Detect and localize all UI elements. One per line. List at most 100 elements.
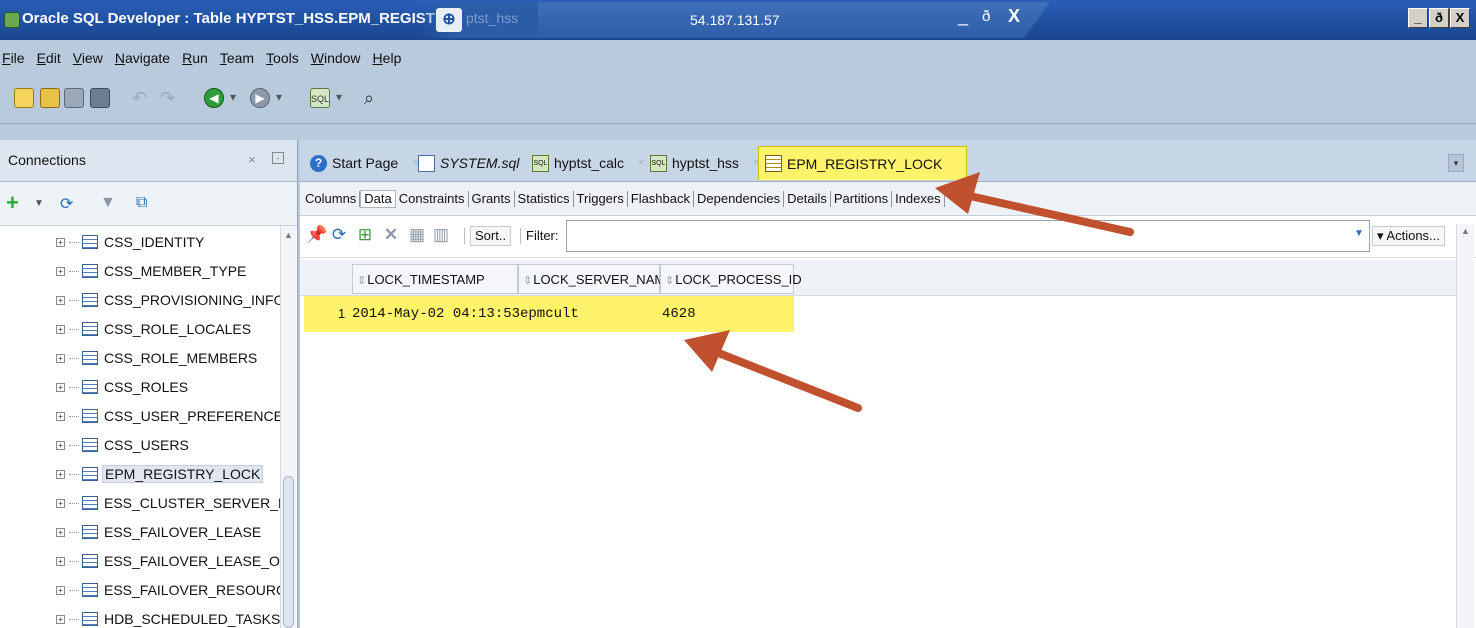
close-button[interactable]: X: [1450, 8, 1470, 28]
undo-icon[interactable]: ↶: [132, 88, 152, 108]
menu-view[interactable]: View: [73, 50, 103, 66]
restore-button[interactable]: ð: [1429, 8, 1449, 28]
tab-hyptst-hss[interactable]: SQL hyptst_hss ×: [644, 146, 759, 180]
back-icon[interactable]: ◀: [204, 88, 224, 108]
refresh-icon[interactable]: ⟳: [60, 194, 73, 214]
panel-maximize-icon[interactable]: -: [272, 152, 284, 164]
expand-icon[interactable]: +: [56, 324, 65, 334]
tab-hyptst-calc[interactable]: SQL hyptst_calc ×: [526, 146, 644, 180]
tree-item[interactable]: + CSS_USERS: [56, 433, 191, 457]
forward-icon[interactable]: ▶: [250, 88, 270, 108]
tabs-list-dropdown-icon[interactable]: ▾: [1448, 154, 1464, 172]
tree-item[interactable]: + CSS_USER_PREFERENCES: [56, 404, 280, 428]
subtab-statistics[interactable]: Statistics: [515, 190, 574, 207]
tab-start-page[interactable]: ? Start Page ×: [304, 146, 419, 180]
scroll-up-icon[interactable]: ▲: [284, 230, 293, 240]
filter-dropdown-icon[interactable]: ▼: [1354, 228, 1364, 239]
actions-button[interactable]: ▾ Actions...: [1372, 226, 1445, 246]
cell-lock-process-id[interactable]: 4628: [662, 306, 696, 322]
tree-item[interactable]: + HDB_SCHEDULED_TASKS: [56, 607, 280, 628]
expand-icon[interactable]: +: [56, 498, 65, 508]
tree-item[interactable]: + CSS_ROLES: [56, 375, 190, 399]
forward-dropdown-icon[interactable]: ▾: [276, 90, 282, 104]
subtab-details[interactable]: Details: [784, 190, 831, 207]
column-header-lock-timestamp[interactable]: ⇕LOCK_TIMESTAMP: [352, 264, 518, 294]
tree-item[interactable]: + ESS_FAILOVER_LEASE: [56, 520, 263, 544]
subtab-grants[interactable]: Grants: [469, 190, 515, 207]
cell-lock-timestamp[interactable]: 2014-May-02 04:13:53: [352, 306, 520, 322]
commit-icon[interactable]: ▦: [408, 226, 426, 244]
subtab-columns[interactable]: Columns: [302, 190, 361, 207]
menu-team[interactable]: Team: [220, 50, 254, 66]
sql-worksheet-icon[interactable]: SQL: [310, 88, 330, 108]
tree-item[interactable]: + CSS_IDENTITY: [56, 230, 206, 254]
redo-icon[interactable]: ↷: [160, 88, 180, 108]
tree-item[interactable]: + ESS_CLUSTER_SERVER_MAPPIN: [56, 491, 280, 515]
tree-item[interactable]: + CSS_ROLE_MEMBERS: [56, 346, 259, 370]
back-dropdown-icon[interactable]: ▾: [230, 90, 236, 104]
panel-minimize-icon[interactable]: ×: [248, 152, 256, 167]
menu-file[interactable]: File: [2, 50, 25, 66]
freeze-pin-icon[interactable]: 📌: [306, 226, 327, 244]
menu-navigate[interactable]: Navigate: [115, 50, 170, 66]
expand-icon[interactable]: +: [56, 382, 65, 392]
column-header-lock-process-id[interactable]: ⇕LOCK_PROCESS_ID: [660, 264, 802, 294]
remote-close-button[interactable]: X: [1008, 6, 1020, 27]
add-connection-icon[interactable]: +: [6, 192, 19, 214]
menu-edit[interactable]: Edit: [37, 50, 61, 66]
column-header-lock-server-name[interactable]: ⇕LOCK_SERVER_NAME: [518, 264, 674, 294]
remote-minimize-button[interactable]: _: [958, 6, 968, 27]
subtab-dependencies[interactable]: Dependencies: [694, 190, 785, 207]
expand-icon[interactable]: +: [56, 614, 65, 624]
expand-icon[interactable]: +: [56, 295, 65, 305]
expand-icon[interactable]: +: [56, 527, 65, 537]
subtab-data[interactable]: Data: [360, 189, 396, 208]
subtab-triggers[interactable]: Triggers: [574, 190, 628, 207]
refresh-icon[interactable]: ⟳: [330, 226, 348, 244]
expand-icon[interactable]: +: [56, 440, 65, 450]
rollback-icon[interactable]: ▥: [432, 226, 450, 244]
save-icon[interactable]: [64, 88, 84, 108]
sort-button[interactable]: Sort..: [470, 226, 512, 246]
expand-icon[interactable]: +: [56, 585, 65, 595]
expand-icon[interactable]: +: [56, 266, 65, 276]
filter-input[interactable]: [566, 220, 1370, 252]
expand-icon[interactable]: +: [56, 411, 65, 421]
connections-scrollbar[interactable]: ▲: [280, 226, 296, 628]
menu-tools[interactable]: Tools: [266, 50, 299, 66]
open-icon[interactable]: [40, 88, 60, 108]
tree-item[interactable]: + CSS_ROLE_LOCALES: [56, 317, 253, 341]
expand-icon[interactable]: +: [56, 469, 65, 479]
menu-help[interactable]: Help: [373, 50, 402, 66]
new-icon[interactable]: [14, 88, 34, 108]
scroll-thumb[interactable]: [283, 476, 294, 628]
cell-lock-server-name[interactable]: epmcult: [520, 306, 579, 322]
tree-item[interactable]: + ESS_FAILOVER_RESOURCE: [56, 578, 280, 602]
tab-epm-registry-lock[interactable]: EPM_REGISTRY_LOCK: [758, 146, 968, 180]
add-connection-dropdown-icon[interactable]: ▼: [34, 198, 44, 209]
subtab-partitions[interactable]: Partitions: [831, 190, 893, 207]
minimize-button[interactable]: _: [1408, 8, 1428, 28]
pin-icon[interactable]: ⊕: [436, 8, 462, 32]
tree-item[interactable]: + ESS_FAILOVER_LEASE_OWNER: [56, 549, 280, 573]
subtab-indexes[interactable]: Indexes: [892, 190, 945, 207]
tree-item[interactable]: + CSS_MEMBER_TYPE: [56, 259, 248, 283]
subtab-constraints[interactable]: Constraints: [396, 190, 469, 207]
expand-icon[interactable]: +: [56, 353, 65, 363]
schema-browser-icon[interactable]: ⧉: [136, 194, 147, 212]
delete-row-icon[interactable]: ✕: [382, 226, 400, 244]
insert-row-icon[interactable]: ⊞: [356, 226, 374, 244]
sql-worksheet-dropdown-icon[interactable]: ▾: [336, 90, 342, 104]
remote-restore-button[interactable]: ð: [982, 8, 990, 25]
binoculars-icon[interactable]: ⌕: [364, 88, 384, 108]
expand-icon[interactable]: +: [56, 556, 65, 566]
tree-item[interactable]: + CSS_PROVISIONING_INFO: [56, 288, 280, 312]
scroll-up-icon[interactable]: ▲: [1461, 226, 1470, 236]
tab-system-sql[interactable]: SYSTEM.sql ×: [412, 146, 540, 180]
tree-item-selected[interactable]: + EPM_REGISTRY_LOCK: [56, 462, 264, 486]
menu-window[interactable]: Window: [311, 50, 361, 66]
filter-icon[interactable]: ▼: [100, 194, 116, 212]
subtab-flashback[interactable]: Flashback: [628, 190, 694, 207]
menu-run[interactable]: Run: [182, 50, 208, 66]
save-all-icon[interactable]: [90, 88, 110, 108]
